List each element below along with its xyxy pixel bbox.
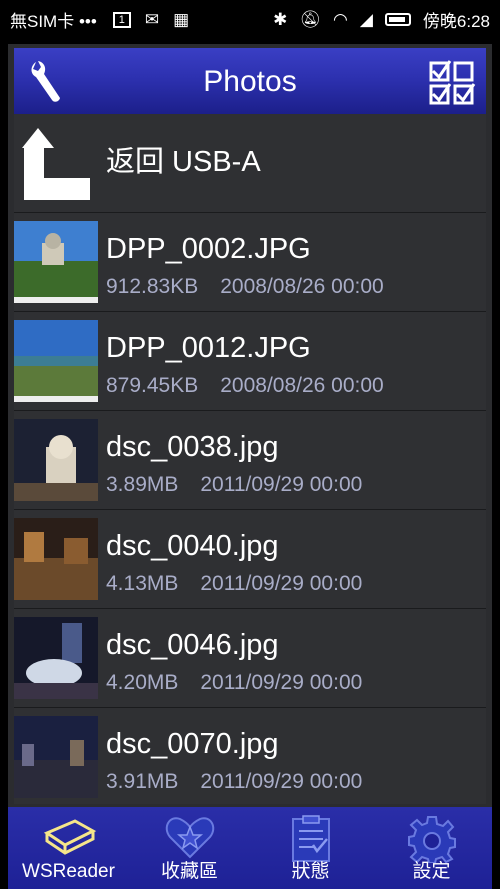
photo-thumbnail xyxy=(14,419,98,501)
tab-label: 設定 xyxy=(412,861,451,882)
file-meta: 4.13MB 2011/09/29 00:00 xyxy=(106,572,362,596)
mute-icon: 🔕︎ xyxy=(299,9,321,29)
apps-icon: ▦ xyxy=(173,9,190,29)
photo-thumbnail xyxy=(14,716,98,798)
file-name: dsc_0040.jpg xyxy=(106,530,279,562)
file-size: 3.91MB xyxy=(106,770,179,793)
file-date: 2008/08/26 00:00 xyxy=(220,275,384,298)
bluetooth-icon: ✱ xyxy=(273,9,288,29)
back-arrow-icon xyxy=(22,128,90,200)
signal-icon: ◢ xyxy=(359,9,373,29)
file-date: 2011/09/29 00:00 xyxy=(200,671,363,694)
file-date: 2011/09/29 00:00 xyxy=(200,572,363,595)
file-name: DPP_0002.JPG xyxy=(106,233,311,265)
back-label: 返回 USB-A xyxy=(106,146,261,178)
file-row[interactable]: dsc_0040.jpg 4.13MB 2011/09/29 00:00 xyxy=(14,510,486,609)
photo-thumbnail xyxy=(14,617,98,699)
carrier-text: 無SIM卡 ••• xyxy=(10,12,97,31)
file-meta: 4.20MB 2011/09/29 00:00 xyxy=(106,671,362,695)
file-row[interactable]: DPP_0012.JPG 879.45KB 2008/08/26 00:00 xyxy=(14,312,486,411)
back-row[interactable]: 返回 USB-A xyxy=(14,114,486,213)
wifi-icon: ◠ xyxy=(332,9,348,29)
file-size: 879.45KB xyxy=(106,374,199,397)
heart-star-icon xyxy=(165,817,214,859)
tab-bar: WSReader 收藏區 狀態 設定 xyxy=(8,807,492,889)
file-size: 4.20MB xyxy=(106,671,179,694)
sim-slot-icon: 1 xyxy=(112,11,131,28)
file-name: dsc_0038.jpg xyxy=(106,431,279,463)
file-row[interactable]: dsc_0070.jpg 3.91MB 2011/09/29 00:00 xyxy=(14,708,486,804)
photo-thumbnail xyxy=(14,518,98,600)
file-size: 912.83KB xyxy=(106,275,199,298)
tab-label: 收藏區 xyxy=(160,861,218,882)
file-size: 3.89MB xyxy=(106,473,179,496)
tab-favorites[interactable]: 收藏區 xyxy=(129,807,250,889)
battery-icon xyxy=(384,13,411,26)
file-meta: 3.91MB 2011/09/29 00:00 xyxy=(106,770,362,794)
file-row[interactable]: dsc_0046.jpg 4.20MB 2011/09/29 00:00 xyxy=(14,609,486,708)
photo-thumbnail xyxy=(14,221,98,303)
clock: 傍晚6:28 xyxy=(422,12,490,31)
file-date: 2011/09/29 00:00 xyxy=(200,473,363,496)
tab-label: WSReader xyxy=(22,861,115,882)
file-name: dsc_0070.jpg xyxy=(106,728,279,760)
file-row[interactable]: DPP_0002.JPG 912.83KB 2008/08/26 00:00 xyxy=(14,213,486,312)
select-all-icon[interactable] xyxy=(428,60,476,106)
file-row[interactable]: dsc_0038.jpg 3.89MB 2011/09/29 00:00 xyxy=(14,411,486,510)
file-name: DPP_0012.JPG xyxy=(106,332,311,364)
tab-status[interactable]: 狀態 xyxy=(250,807,371,889)
file-list[interactable]: 返回 USB-A DPP_0002.JPG 912.83KB 2008/08/26… xyxy=(14,114,486,804)
file-meta: 912.83KB 2008/08/26 00:00 xyxy=(106,275,384,299)
app-window: Photos 返回 USB-A DPP_0002.JPG 912.83KB 20… xyxy=(8,44,492,889)
status-bar: 無SIM卡 ••• 1 ✉ ▦ ✱ 🔕︎ ◠ ◢ 傍晚6:28 xyxy=(0,0,500,36)
tab-settings[interactable]: 設定 xyxy=(371,807,492,889)
file-date: 2008/08/26 00:00 xyxy=(220,374,384,397)
mail-icon: ✉ xyxy=(144,9,160,29)
file-size: 4.13MB xyxy=(106,572,179,595)
drive-icon xyxy=(43,819,96,855)
tab-wsreader[interactable]: WSReader xyxy=(8,807,129,889)
file-date: 2011/09/29 00:00 xyxy=(200,770,363,793)
file-meta: 3.89MB 2011/09/29 00:00 xyxy=(106,473,362,497)
tab-label: 狀態 xyxy=(291,861,330,882)
title-bar: Photos xyxy=(14,48,486,114)
page-title: Photos xyxy=(203,65,297,98)
file-name: dsc_0046.jpg xyxy=(106,629,279,661)
photo-thumbnail xyxy=(14,320,98,402)
file-meta: 879.45KB 2008/08/26 00:00 xyxy=(106,374,384,398)
